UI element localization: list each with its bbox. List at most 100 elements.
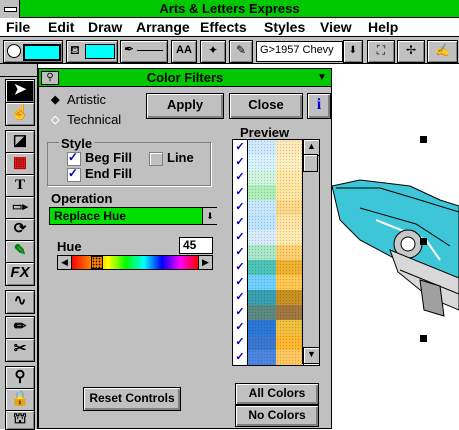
- menu-draw[interactable]: Draw: [88, 19, 122, 35]
- radio-artistic-icon[interactable]: ◆: [51, 93, 59, 106]
- preview-row[interactable]: ✓: [233, 140, 304, 156]
- beg-fill-checkbox[interactable]: [67, 150, 81, 166]
- end-fill-checkbox[interactable]: [67, 166, 81, 182]
- hue-slider-thumb[interactable]: [91, 256, 103, 269]
- preview-row[interactable]: ✓: [233, 335, 304, 351]
- preview-row-checkbox[interactable]: ✓: [233, 245, 248, 260]
- operation-dropdown-arrow-icon[interactable]: ⬇: [202, 208, 217, 224]
- preview-row-checkbox[interactable]: ✓: [233, 170, 248, 185]
- line-checkbox[interactable]: [149, 152, 163, 166]
- lock-icon[interactable]: 🔒: [5, 388, 35, 412]
- preview-row[interactable]: ✓: [233, 350, 304, 365]
- original-color-swatch: [248, 275, 277, 290]
- line-label[interactable]: Line: [167, 150, 194, 165]
- system-menu-icon[interactable]: [0, 0, 20, 18]
- selection-handle[interactable]: [420, 238, 427, 245]
- select-arrow-icon[interactable]: ➤: [5, 79, 35, 103]
- transform-icon[interactable]: ✢: [397, 40, 425, 63]
- menu-help[interactable]: Help: [368, 19, 398, 35]
- selection-handle[interactable]: [420, 136, 427, 143]
- text-icon[interactable]: T: [5, 174, 35, 198]
- scroll-thumb[interactable]: [303, 154, 318, 172]
- font-button[interactable]: AA: [171, 40, 197, 63]
- technical-label[interactable]: Technical: [67, 112, 121, 127]
- line-color-button[interactable]: ⛾: [66, 40, 118, 63]
- blend-icon[interactable]: ▭▸: [5, 196, 35, 220]
- freehand-icon[interactable]: ∿: [5, 290, 35, 314]
- preview-row[interactable]: ✓: [233, 215, 304, 231]
- preview-row[interactable]: ✓: [233, 185, 304, 201]
- reset-controls-button[interactable]: Reset Controls: [83, 387, 181, 411]
- style-combo[interactable]: G>1957 Chevy: [256, 41, 343, 62]
- end-fill-label[interactable]: End Fill: [85, 166, 132, 181]
- scissors-icon[interactable]: ✂: [5, 338, 35, 362]
- preview-row[interactable]: ✓: [233, 230, 304, 246]
- operation-select[interactable]: Replace Hue: [49, 207, 217, 225]
- dialog-search-icon[interactable]: ⚲: [41, 71, 59, 85]
- apply-button[interactable]: Apply: [146, 93, 224, 119]
- zoom-icon[interactable]: ⚲: [5, 366, 35, 390]
- preview-scrollbar[interactable]: ▲ ▼: [302, 139, 320, 364]
- preview-row[interactable]: ✓: [233, 155, 304, 171]
- hue-slider-left-arrow-icon[interactable]: ◀: [58, 256, 72, 269]
- info-icon[interactable]: i: [307, 93, 331, 119]
- preview-row-checkbox[interactable]: ✓: [233, 215, 248, 230]
- airbrush-icon[interactable]: ✎: [5, 240, 35, 264]
- preview-row[interactable]: ✓: [233, 170, 304, 186]
- preview-row[interactable]: ✓: [233, 305, 304, 321]
- all-colors-button[interactable]: All Colors: [235, 383, 319, 405]
- menu-file[interactable]: File: [6, 19, 30, 35]
- preview-row-checkbox[interactable]: ✓: [233, 140, 248, 155]
- fill-color-button[interactable]: [3, 40, 63, 63]
- preview-row[interactable]: ✓: [233, 260, 304, 276]
- preview-row[interactable]: ✓: [233, 200, 304, 216]
- preview-row-checkbox[interactable]: ✓: [233, 335, 248, 350]
- rotate-icon[interactable]: ⟳: [5, 218, 35, 242]
- menu-edit[interactable]: Edit: [48, 19, 74, 35]
- hue-value-input[interactable]: 45: [179, 237, 213, 254]
- preview-row-checkbox[interactable]: ✓: [233, 290, 248, 305]
- scroll-down-arrow-icon[interactable]: ▼: [303, 347, 320, 364]
- shapes-icon[interactable]: ◪: [5, 130, 35, 154]
- preview-row-checkbox[interactable]: ✓: [233, 200, 248, 215]
- preview-row[interactable]: ✓: [233, 245, 304, 261]
- radio-technical-icon[interactable]: ◇: [51, 113, 59, 126]
- operation-label: Operation: [51, 191, 113, 206]
- hue-slider[interactable]: ◀ ▶: [57, 255, 213, 270]
- preview-row[interactable]: ✓: [233, 320, 304, 336]
- selection-handle[interactable]: [420, 335, 427, 342]
- preview-row[interactable]: ✓: [233, 290, 304, 306]
- chart-icon[interactable]: ▦: [5, 152, 35, 176]
- menu-styles[interactable]: Styles: [264, 19, 305, 35]
- effects-wand-icon[interactable]: ✦: [200, 40, 226, 63]
- pencil-icon[interactable]: ✏: [5, 316, 35, 340]
- edit-shape-icon[interactable]: ✍: [427, 40, 458, 63]
- preview-row-checkbox[interactable]: ✓: [233, 260, 248, 275]
- preview-row-checkbox[interactable]: ✓: [233, 185, 248, 200]
- fx-icon[interactable]: FX: [5, 262, 35, 286]
- no-colors-button[interactable]: No Colors: [235, 405, 319, 427]
- preview-row-checkbox[interactable]: ✓: [233, 320, 248, 335]
- chevy-car-illustration[interactable]: [320, 160, 459, 320]
- menu-view[interactable]: View: [320, 19, 352, 35]
- hand-icon[interactable]: ☝: [5, 102, 35, 126]
- menu-arrange[interactable]: Arrange: [136, 19, 190, 35]
- hue-slider-right-arrow-icon[interactable]: ▶: [198, 256, 212, 269]
- group-icon[interactable]: ⛶: [367, 40, 395, 63]
- preview-row-checkbox[interactable]: ✓: [233, 305, 248, 320]
- combo-dropdown-arrow-icon[interactable]: ⬇: [343, 40, 363, 63]
- preview-row-checkbox[interactable]: ✓: [233, 275, 248, 290]
- stamp-icon[interactable]: ⛫: [5, 410, 35, 430]
- original-color-swatch: [248, 215, 277, 230]
- close-button[interactable]: Close: [229, 93, 303, 119]
- preview-row-checkbox[interactable]: ✓: [233, 155, 248, 170]
- dialog-menu-arrow-icon[interactable]: ▼: [315, 71, 329, 85]
- artistic-label[interactable]: Artistic: [67, 92, 106, 107]
- beg-fill-label[interactable]: Beg Fill: [85, 150, 132, 165]
- line-style-button[interactable]: ✒: [120, 40, 168, 63]
- preview-row-checkbox[interactable]: ✓: [233, 350, 248, 365]
- menu-effects[interactable]: Effects: [200, 19, 247, 35]
- eyedropper-icon[interactable]: ✎: [229, 40, 253, 63]
- preview-row-checkbox[interactable]: ✓: [233, 230, 248, 245]
- preview-row[interactable]: ✓: [233, 275, 304, 291]
